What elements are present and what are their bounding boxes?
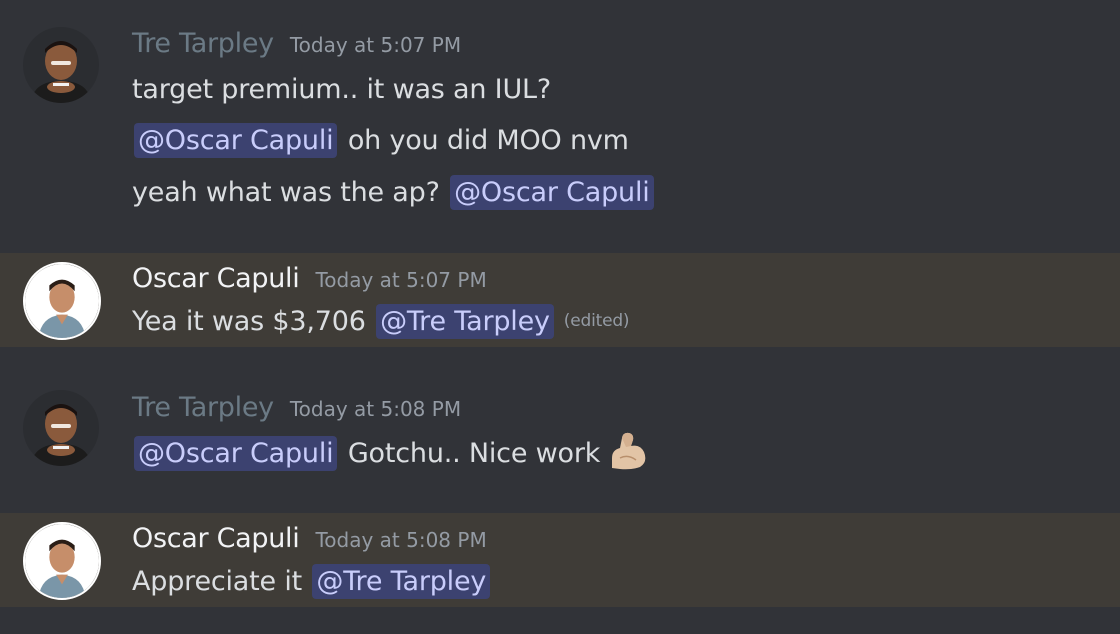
user-mention[interactable]: @Oscar Capuli xyxy=(134,435,338,471)
text-segment: Yea it was $3,706 xyxy=(132,305,375,337)
username[interactable]: Oscar Capuli xyxy=(132,523,300,554)
text-segment: Gotchu.. Nice work xyxy=(339,437,601,469)
message-text: target premium.. it was an IUL? xyxy=(132,70,551,108)
edited-label: (edited) xyxy=(563,311,630,331)
avatar[interactable] xyxy=(23,27,99,103)
message-text: @Oscar Capuli oh you did MOO nvm xyxy=(132,120,629,160)
message-text: Yea it was $3,706 @Tre Tarpley (edited) xyxy=(132,301,630,341)
avatar[interactable] xyxy=(23,522,101,600)
timestamp: Today at 5:08 PM xyxy=(289,397,462,421)
message-text: @Oscar Capuli Gotchu.. Nice work xyxy=(132,432,650,474)
chat-messages: Tre Tarpley Today at 5:07 PM target prem… xyxy=(0,0,1120,634)
message-group-highlighted: Oscar Capuli Today at 5:08 PM Appreciate… xyxy=(0,513,1120,607)
message-group: Tre Tarpley Today at 5:07 PM target prem… xyxy=(0,0,1120,250)
username[interactable]: Oscar Capuli xyxy=(132,263,300,294)
message-group: Tre Tarpley Today at 5:08 PM @Oscar Capu… xyxy=(0,380,1120,490)
text-segment: Appreciate it xyxy=(132,565,311,597)
user-mention[interactable]: @Tre Tarpley xyxy=(376,303,554,339)
user-mention[interactable]: @Oscar Capuli xyxy=(450,174,654,210)
user-mention[interactable]: @Oscar Capuli xyxy=(134,122,338,158)
message-text: Appreciate it @Tre Tarpley xyxy=(132,561,492,601)
username[interactable]: Tre Tarpley xyxy=(132,392,274,423)
username[interactable]: Tre Tarpley xyxy=(132,28,274,59)
flexed-biceps-icon xyxy=(606,428,650,479)
avatar[interactable] xyxy=(23,262,101,340)
message-group-highlighted: Oscar Capuli Today at 5:07 PM Yea it was… xyxy=(0,253,1120,347)
timestamp: Today at 5:07 PM xyxy=(289,33,462,57)
timestamp: Today at 5:07 PM xyxy=(315,268,487,292)
user-mention[interactable]: @Tre Tarpley xyxy=(312,563,491,599)
avatar[interactable] xyxy=(23,390,99,466)
text-segment: yeah what was the ap? xyxy=(132,176,449,208)
text-segment: target premium.. it was an IUL? xyxy=(132,73,551,105)
text-segment: oh you did MOO nvm xyxy=(339,124,629,156)
message-text: yeah what was the ap? @Oscar Capuli xyxy=(132,172,656,212)
timestamp: Today at 5:08 PM xyxy=(315,528,487,552)
